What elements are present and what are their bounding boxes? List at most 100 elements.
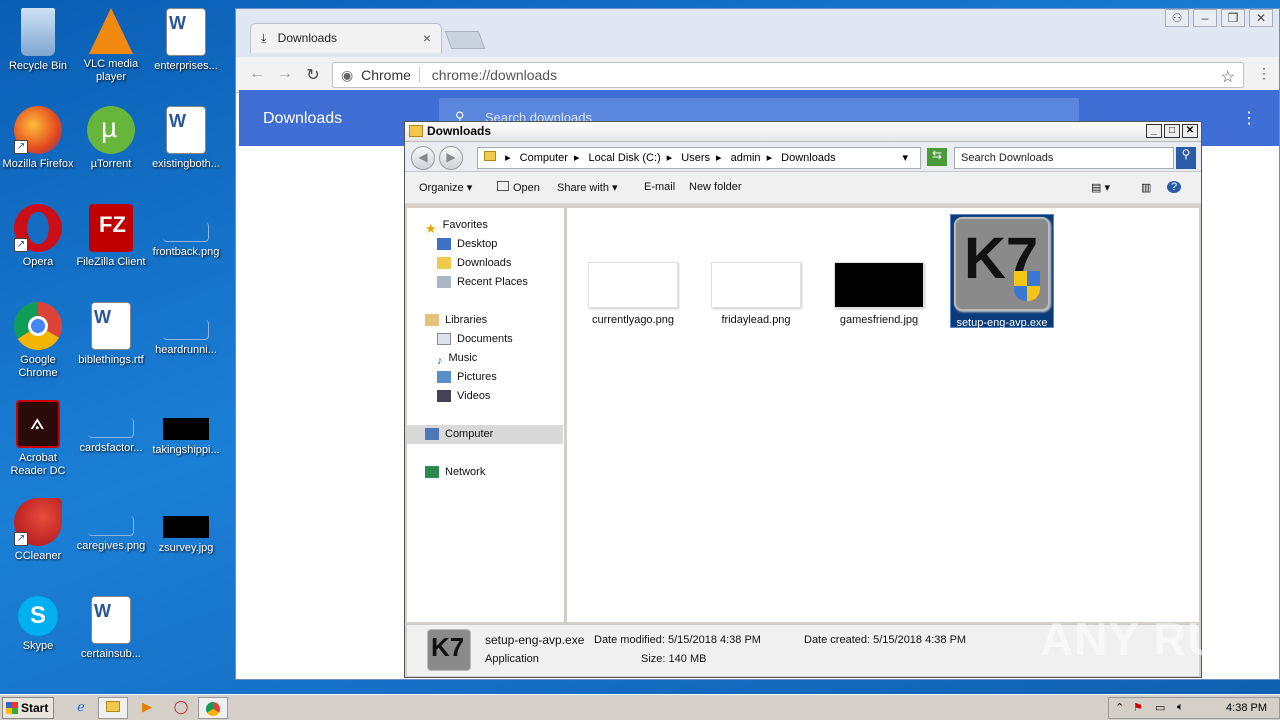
desktop-icon-vlc[interactable]: VLC media player <box>73 4 149 94</box>
explorer-title: Downloads <box>427 124 492 138</box>
explorer-taskbar-icon[interactable] <box>98 697 128 719</box>
desktop-icon-skype[interactable]: S Skype <box>0 592 76 682</box>
utorrent-icon: µ <box>87 106 135 154</box>
action-center-icon[interactable]: ⚑ <box>1133 701 1143 714</box>
desktop-icon-takingshippi[interactable]: takingshippi... <box>148 396 224 486</box>
share-with-button[interactable]: Share with ▾ <box>557 181 618 194</box>
preview-pane-icon[interactable]: ▥ <box>1141 181 1151 194</box>
breadcrumb[interactable]: ▸ Computer ▸ Local Disk (C:) ▸ Users ▸ admi… <box>477 147 921 169</box>
email-button[interactable]: E-mail <box>644 181 675 193</box>
file-name: setup-eng-avp.exe <box>956 317 1048 329</box>
volume-icon[interactable]: 🔈︎ <box>1177 701 1184 714</box>
chrome-taskbar-icon[interactable] <box>198 697 228 719</box>
nav-favorites[interactable]: ★ Favorites <box>425 216 488 236</box>
nav-documents[interactable]: Documents <box>437 330 513 349</box>
desktop-icon-ccleaner[interactable]: ↗ CCleaner <box>0 494 76 584</box>
explorer-search-input[interactable]: Search Downloads <box>954 147 1174 169</box>
desktop-icon-cardsfactor[interactable]: cardsfactor... <box>73 396 149 486</box>
new-folder-button[interactable]: New folder <box>689 181 742 193</box>
word-doc-icon: W <box>166 8 206 56</box>
breadcrumb-users[interactable]: Users <box>681 152 710 164</box>
breadcrumb-local-disk[interactable]: Local Disk (C:) <box>589 152 661 164</box>
libraries-icon <box>425 314 439 327</box>
refresh-icon[interactable]: ⇆ <box>927 148 947 166</box>
nav-libraries[interactable]: Libraries <box>425 311 487 330</box>
downloads-menu-icon[interactable]: ⋮ <box>1241 108 1257 128</box>
desktop-icon-utorrent[interactable]: µ µTorrent <box>73 102 149 192</box>
desktop-icon-firefox[interactable]: ↗ Mozilla Firefox <box>0 102 76 192</box>
ie-icon[interactable]: ℯ <box>66 697 96 719</box>
opera-taskbar-icon[interactable]: ◯ <box>166 697 196 719</box>
explorer-maximize-button[interactable]: □ <box>1164 124 1180 138</box>
explorer-close-button[interactable]: ✕ <box>1182 124 1198 138</box>
omnibox[interactable]: ◉ Chrome chrome://downloads ☆ <box>332 62 1244 88</box>
reload-icon[interactable]: ↻ <box>302 65 324 85</box>
restore-button[interactable]: ❐ <box>1221 9 1245 27</box>
ccleaner-icon: ↗ <box>14 498 62 546</box>
network-tray-icon[interactable]: ▭ <box>1155 701 1165 714</box>
desktop-icon <box>437 238 451 251</box>
desktop-icon-existingboth[interactable]: W existingboth... <box>148 102 224 192</box>
nav-videos[interactable]: Videos <box>437 387 490 406</box>
file-item[interactable]: fridaylead.png <box>704 262 808 326</box>
new-tab-button[interactable] <box>444 31 486 49</box>
desktop-icon-chrome[interactable]: Google Chrome <box>0 298 76 388</box>
desktop-icon-enterprises[interactable]: W enterprises... <box>148 4 224 94</box>
desktop-icon-opera[interactable]: ↗ Opera <box>0 200 76 290</box>
tab-close-icon[interactable]: × <box>423 30 431 46</box>
back-icon[interactable]: ← <box>246 65 268 85</box>
desktop-icon-certainsub[interactable]: W certainsub... <box>73 592 149 682</box>
nav-network[interactable]: Network <box>425 463 485 482</box>
desktop-icon-biblethings[interactable]: W biblethings.rtf <box>73 298 149 388</box>
chrome-toolbar: ← → ↻ ◉ Chrome chrome://downloads ☆ ⋮ <box>236 57 1279 93</box>
tab-downloads[interactable]: ⤓ Downloads × <box>250 23 442 53</box>
open-icon <box>497 181 509 191</box>
close-button[interactable]: ✕ <box>1249 9 1273 27</box>
desktop-icon-zsurvey[interactable]: zsurvey.jpg <box>148 494 224 584</box>
bookmark-star-icon[interactable]: ☆ <box>1221 67 1235 87</box>
tray-expand-icon[interactable]: ⌃ <box>1115 701 1124 714</box>
help-icon[interactable]: ? <box>1167 181 1181 193</box>
profile-icon[interactable]: ⚇ <box>1165 9 1189 27</box>
desktop-icon-frontback[interactable]: frontback.png <box>148 200 224 290</box>
nav-music[interactable]: ♪ Music <box>437 349 477 368</box>
desktop-icon-caregives[interactable]: caregives.png <box>73 494 149 584</box>
file-item[interactable]: gamesfriend.jpg <box>827 262 931 326</box>
desktop-icon-acrobat[interactable]: ⟑ Acrobat Reader DC <box>0 396 76 486</box>
nav-downloads[interactable]: Downloads <box>437 254 511 273</box>
desktop-icon-recycle-bin[interactable]: Recycle Bin <box>0 4 76 94</box>
file-name: fridaylead.png <box>721 314 791 326</box>
explorer-forward-icon[interactable]: ▶ <box>439 146 463 170</box>
breadcrumb-downloads[interactable]: Downloads <box>781 152 835 164</box>
desktop-icon-filezilla[interactable]: FZ FileZilla Client <box>73 200 149 290</box>
nav-recent-places[interactable]: Recent Places <box>437 273 528 292</box>
explorer-back-icon[interactable]: ◀ <box>411 146 435 170</box>
explorer-minimize-button[interactable]: _ <box>1146 124 1162 138</box>
details-date-modified: Date modified: 5/15/2018 4:38 PM <box>594 634 761 646</box>
word-doc-icon: W <box>91 302 131 350</box>
folder-icon <box>409 125 423 137</box>
desktop-icon-heardrunni[interactable]: heardrunni... <box>148 298 224 388</box>
breadcrumb-admin[interactable]: admin <box>731 152 761 164</box>
open-button[interactable]: Open <box>497 181 540 194</box>
search-icon[interactable]: ⚲ <box>1176 147 1196 169</box>
file-item[interactable]: currentlyago.png <box>581 262 685 326</box>
nav-pictures[interactable]: Pictures <box>437 368 497 387</box>
breadcrumb-computer[interactable]: Computer <box>520 152 568 164</box>
media-player-icon[interactable]: ▶ <box>132 697 162 719</box>
start-button[interactable]: Start <box>2 697 54 719</box>
acrobat-icon: ⟑ <box>16 400 60 448</box>
nav-desktop[interactable]: Desktop <box>437 235 497 254</box>
chrome-menu-icon[interactable]: ⋮ <box>1257 65 1271 82</box>
view-options-icon[interactable]: ▤ ▾ <box>1091 181 1110 194</box>
organize-button[interactable]: Organize ▾ <box>419 181 472 194</box>
clock[interactable]: 4:38 PM <box>1226 702 1267 714</box>
page-title: Downloads <box>263 110 343 127</box>
file-item-selected[interactable]: K7 setup-eng-avp.exe <box>950 214 1054 329</box>
minimize-button[interactable]: – <box>1193 9 1217 27</box>
forward-icon[interactable]: → <box>274 65 296 85</box>
chevron-down-icon[interactable]: ▾ <box>902 151 908 164</box>
nav-computer[interactable]: Computer <box>407 425 563 444</box>
file-list: currentlyago.png fridaylead.png gamesfri… <box>567 208 1199 622</box>
computer-icon <box>425 428 439 441</box>
